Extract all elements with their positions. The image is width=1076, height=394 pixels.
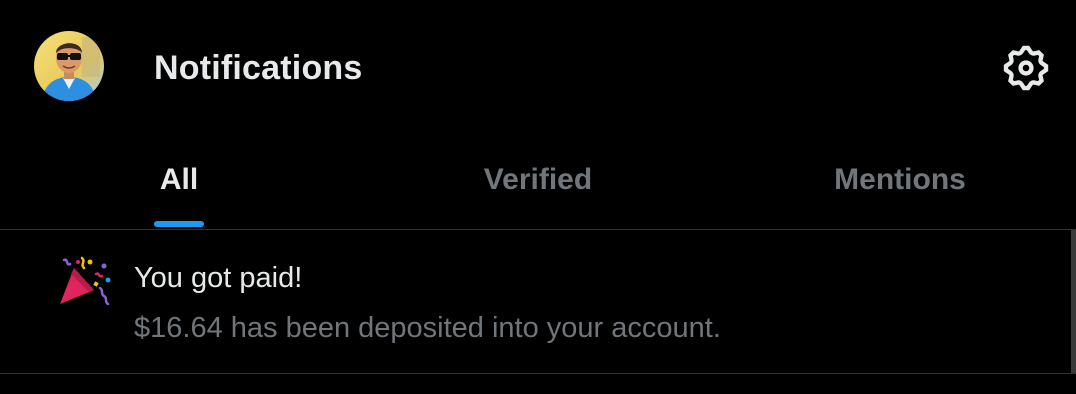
party-popper-icon [56,254,114,310]
notification-body: $16.64 has been deposited into your acco… [134,312,721,344]
tab-mentions-label: Mentions [834,163,966,196]
notification-divider [0,373,1076,374]
notification-title: You got paid! [134,262,303,294]
tab-all-label: All [159,163,199,196]
scrollbar[interactable] [1071,230,1076,373]
tab-all[interactable]: All [0,130,359,229]
page-title: Notifications [154,49,363,87]
notification-item[interactable] [0,230,1076,373]
settings-button[interactable] [1000,42,1052,94]
tab-verified[interactable]: Verified [359,130,717,229]
tab-active-indicator [154,221,204,227]
profile-avatar[interactable] [34,31,104,101]
notification-tabs: All Verified Mentions [0,130,1076,229]
gear-icon [1003,45,1049,91]
avatar-image [34,31,104,101]
tab-verified-label: Verified [483,163,593,196]
tab-mentions[interactable]: Mentions [717,130,1076,229]
header: Notifications [0,0,1076,130]
